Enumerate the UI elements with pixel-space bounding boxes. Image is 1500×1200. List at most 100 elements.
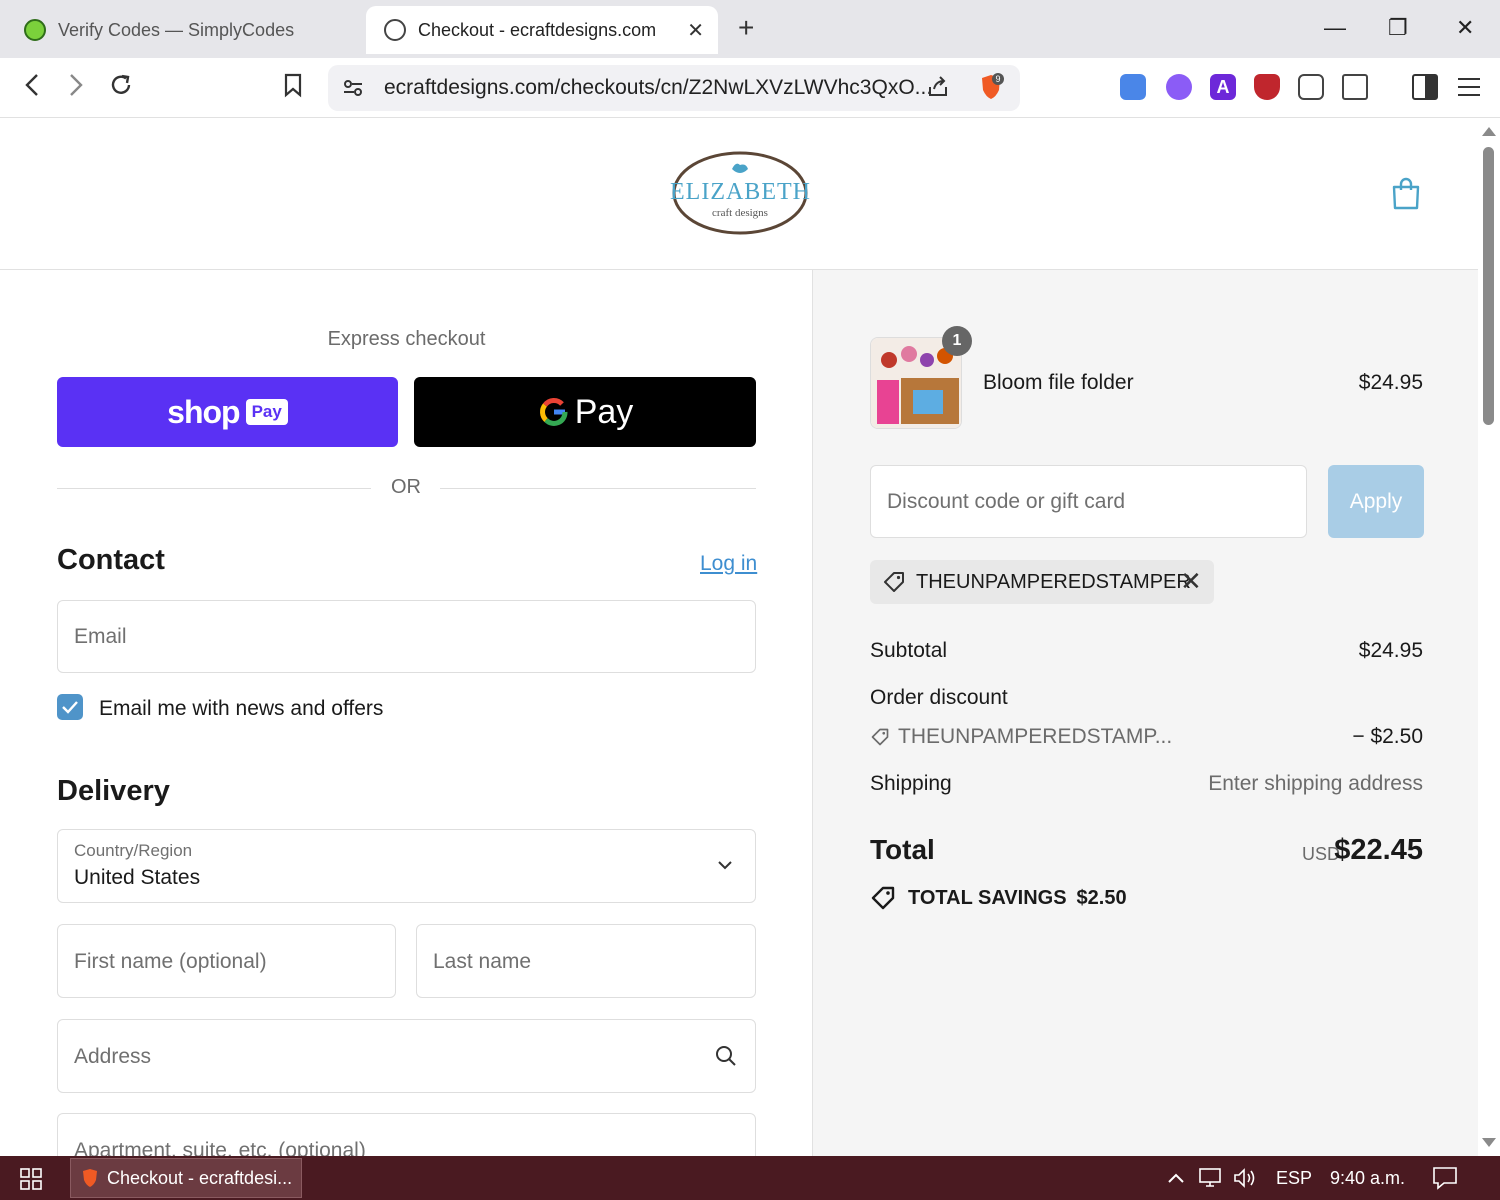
log-in-link[interactable]: Log in: [700, 552, 757, 576]
task-view-icon[interactable]: [20, 1168, 42, 1190]
hamburger-menu-icon: [1458, 78, 1480, 96]
total-savings-row: TOTAL SAVINGS $2.50: [870, 884, 1127, 912]
tab-verify-codes[interactable]: Verify Codes — SimplyCodes: [14, 6, 354, 54]
contact-heading: Contact: [57, 544, 165, 576]
first-name-field[interactable]: First name (optional): [57, 924, 396, 998]
page-scrollbar[interactable]: [1478, 119, 1500, 1156]
volume-icon[interactable]: [1232, 1166, 1256, 1190]
or-divider: OR: [57, 474, 756, 502]
last-name-placeholder: Last name: [433, 950, 532, 973]
newsletter-label[interactable]: Email me with news and offers: [99, 697, 383, 721]
extension-purple-icon[interactable]: [1166, 74, 1192, 100]
browser-toolbar: ecraftdesigns.com/checkouts/cn/Z2NwLXVzL…: [0, 58, 1500, 118]
brave-badge-count: 9: [995, 74, 1000, 84]
order-summary-column: 1 Bloom file folder $24.95 Discount code…: [812, 270, 1478, 1156]
logo-title: ELIZABETH: [670, 179, 811, 205]
extension-a-icon[interactable]: A: [1210, 74, 1236, 100]
total-label: Total: [870, 834, 935, 865]
shop-header: ELIZABETH craft designs: [0, 119, 1478, 270]
or-label: OR: [391, 476, 421, 498]
total-savings-value: $2.50: [1076, 886, 1127, 909]
google-pay-label: Pay: [574, 392, 634, 431]
taskbar-browser-item[interactable]: Checkout - ecraftdesi...: [70, 1158, 302, 1198]
share-icon[interactable]: [926, 75, 950, 99]
apartment-placeholder: Apartment, suite, etc. (optional): [74, 1139, 366, 1156]
reader-mode-icon[interactable]: [1342, 74, 1368, 100]
logo-subtitle: craft designs: [712, 207, 768, 219]
discount-code-input[interactable]: Discount code or gift card: [870, 465, 1307, 538]
checkout-form-column: Express checkout shop Pay Pay OR Contact…: [0, 270, 812, 1156]
bookmark-icon: [284, 73, 302, 98]
first-name-placeholder: First name (optional): [74, 950, 267, 973]
shopping-bag-icon[interactable]: [1390, 177, 1422, 211]
country-label: Country/Region: [74, 841, 193, 860]
brave-shields-icon[interactable]: 9: [978, 73, 1004, 101]
taskbar: Checkout - ecraftdesi... ESP 9:40 a.m.: [0, 1156, 1500, 1200]
chevron-down-icon: [718, 861, 732, 870]
last-name-field[interactable]: Last name: [416, 924, 756, 998]
show-hidden-icons-icon[interactable]: [1166, 1166, 1190, 1190]
address-placeholder: Address: [74, 1045, 152, 1068]
email-field[interactable]: Email: [57, 600, 756, 673]
close-window-button[interactable]: ✕: [1456, 14, 1474, 42]
newsletter-checkbox[interactable]: [57, 694, 83, 720]
forward-button[interactable]: [66, 72, 86, 104]
reload-button[interactable]: [108, 72, 134, 104]
scrollbar-thumb[interactable]: [1483, 147, 1494, 425]
ublock-extension-icon[interactable]: [1254, 74, 1280, 100]
checkmark-icon: [62, 701, 78, 714]
url-text[interactable]: ecraftdesigns.com/checkouts/cn/Z2NwLXVzL…: [384, 76, 932, 100]
google-pay-button[interactable]: Pay: [414, 377, 756, 447]
country-value: United States: [74, 866, 201, 889]
extensions-puzzle-icon[interactable]: [1298, 74, 1324, 100]
bookmark-button[interactable]: [282, 72, 304, 104]
address-field[interactable]: Address: [57, 1019, 756, 1093]
address-bar[interactable]: ecraftdesigns.com/checkouts/cn/Z2NwLXVzL…: [328, 65, 1020, 111]
shop-pay-chip: Pay: [245, 399, 288, 425]
subtotal-value: $24.95: [1358, 639, 1423, 662]
network-icon[interactable]: [1198, 1166, 1222, 1190]
minimize-button[interactable]: —: [1324, 14, 1346, 42]
shop-pay-button[interactable]: shop Pay: [57, 377, 398, 447]
tag-icon: [871, 728, 889, 746]
scroll-down-arrow-icon[interactable]: [1482, 1138, 1496, 1147]
subtotal-label: Subtotal: [870, 639, 948, 662]
discount-code-row: THEUNPAMPEREDSTAMP...: [870, 725, 1172, 749]
remove-code-icon[interactable]: ✕: [1180, 566, 1202, 596]
delivery-heading: Delivery: [57, 775, 170, 807]
back-button[interactable]: [22, 72, 42, 104]
browser-tab-strip: Verify Codes — SimplyCodes Checkout - ec…: [0, 0, 1500, 58]
new-tab-button[interactable]: +: [738, 14, 754, 42]
shop-logo[interactable]: ELIZABETH craft designs: [670, 147, 810, 239]
site-settings-icon[interactable]: [342, 77, 364, 99]
tab-checkout[interactable]: Checkout - ecraftdesigns.com ✕: [366, 6, 718, 54]
menu-button[interactable]: [1456, 74, 1482, 100]
back-arrow-icon: [25, 74, 38, 96]
input-language[interactable]: ESP: [1276, 1168, 1312, 1189]
product-name: Bloom file folder: [983, 371, 1134, 394]
simplycodes-favicon-icon: [24, 19, 46, 41]
total-savings-label: TOTAL SAVINGS: [908, 886, 1067, 909]
search-icon: [716, 1046, 736, 1066]
tab-title: Verify Codes — SimplyCodes: [58, 19, 295, 40]
country-select[interactable]: Country/Region United States: [57, 829, 756, 903]
discount-value: − $2.50: [1352, 725, 1423, 748]
google-translate-extension-icon[interactable]: [1120, 74, 1146, 100]
tag-icon: [884, 572, 904, 592]
apartment-field[interactable]: Apartment, suite, etc. (optional): [57, 1113, 756, 1156]
shop-pay-wordmark: shop: [167, 393, 240, 430]
taskbar-item-title: Checkout - ecraftdesi...: [107, 1167, 293, 1188]
savings-tag-icon: [871, 886, 895, 910]
scroll-up-arrow-icon[interactable]: [1482, 127, 1496, 136]
notifications-icon[interactable]: [1432, 1166, 1457, 1190]
apply-button[interactable]: Apply: [1328, 465, 1424, 538]
quantity-badge: 1: [942, 326, 972, 356]
restore-button[interactable]: ❐: [1388, 14, 1408, 42]
close-tab-icon[interactable]: ✕: [687, 18, 704, 43]
product-price: $24.95: [1358, 371, 1423, 394]
globe-favicon-icon: [384, 19, 406, 41]
email-placeholder: Email: [74, 625, 127, 648]
shipping-value: Enter shipping address: [1208, 772, 1423, 795]
clock[interactable]: 9:40 a.m.: [1330, 1168, 1405, 1189]
sidebar-toggle-icon[interactable]: [1412, 74, 1438, 100]
